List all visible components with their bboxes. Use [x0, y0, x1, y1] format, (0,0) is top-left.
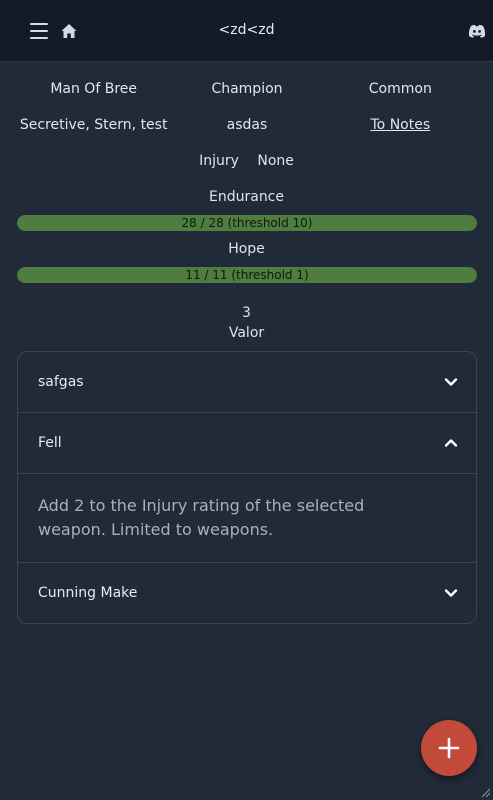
notes-link[interactable]: To Notes [324, 117, 477, 133]
traits-text: Secretive, Stern, test [19, 117, 168, 133]
accordion-header-cunning-make[interactable]: Cunning Make [18, 563, 476, 623]
accordion-header-safgas[interactable]: safgas [18, 352, 476, 413]
accordion-body-fell: Add 2 to the Injury rating of the select… [18, 474, 476, 563]
culture-text: Man Of Bree [50, 81, 137, 97]
hope-label: Hope [228, 241, 265, 257]
hope-bar: 11 / 11 (threshold 1) [17, 267, 477, 283]
accordion-header-fell[interactable]: Fell [18, 413, 476, 474]
chevron-down-icon [444, 589, 458, 597]
discord-icon[interactable] [468, 24, 486, 38]
hope-bar-text: 11 / 11 (threshold 1) [185, 268, 309, 282]
patron-text: asdas [226, 117, 268, 133]
endurance-label: Endurance [209, 189, 284, 205]
character-traits-row: Secretive, Stern, test asdas To Notes [17, 117, 477, 133]
endurance-bar: 28 / 28 (threshold 10) [17, 215, 477, 231]
plus-icon [438, 737, 460, 759]
chevron-up-icon [444, 439, 458, 447]
standing-text: Common [368, 81, 432, 97]
injury-value: None [257, 153, 294, 169]
app-title: <zd<zd [218, 22, 275, 38]
accordion-header-label: safgas [38, 374, 84, 390]
injury-label: Injury [199, 153, 239, 169]
calling-text: Champion [211, 81, 283, 97]
injury-row: Injury None [0, 153, 493, 169]
valor-label: Valor [228, 325, 265, 341]
add-button[interactable] [421, 720, 477, 776]
top-app-bar: <zd<zd [0, 0, 493, 62]
accordion-header-label: Cunning Make [38, 585, 138, 601]
rewards-accordion: safgas Fell Add 2 to the Injury rating o… [17, 351, 477, 624]
chevron-down-icon [444, 378, 458, 386]
valor-value: 3 [242, 305, 251, 321]
accordion-header-label: Fell [38, 435, 62, 451]
resize-grip-icon[interactable] [479, 786, 491, 798]
endurance-bar-text: 28 / 28 (threshold 10) [181, 216, 313, 230]
character-info-row: Man Of Bree Champion Common [17, 81, 477, 97]
